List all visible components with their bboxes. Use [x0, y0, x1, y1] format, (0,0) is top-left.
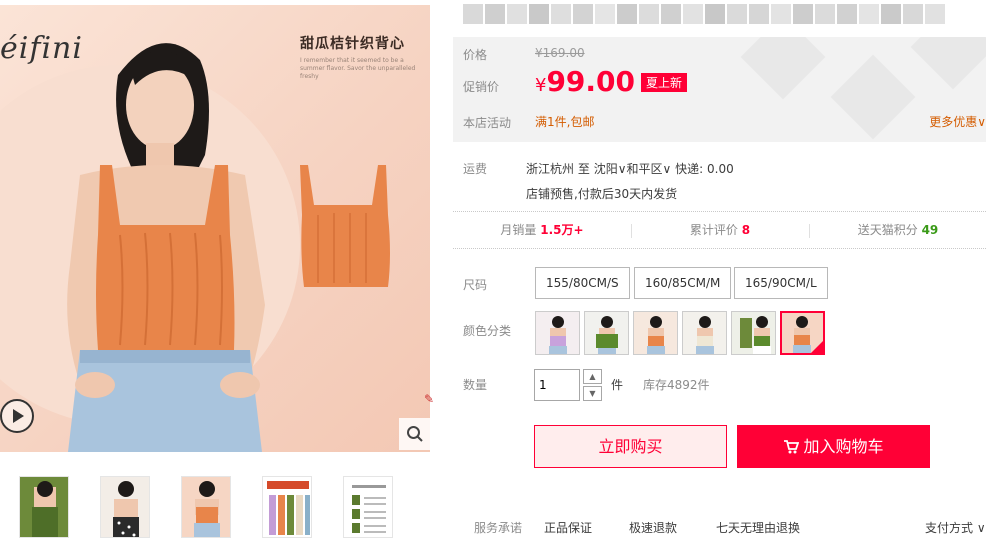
- thumbnail-2[interactable]: [100, 476, 150, 538]
- color-swatch-2[interactable]: [584, 311, 629, 355]
- original-price: ¥169.00: [535, 46, 585, 60]
- shipping-info: 浙江杭州 至 沈阳∨和平区∨ 快递: 0.00: [526, 160, 734, 177]
- promo-price: ¥99.00: [535, 65, 635, 98]
- service-seven-day-return[interactable]: 七天无理由退换: [716, 519, 800, 536]
- brand-logo: éifini: [0, 31, 83, 66]
- color-label: 颜色分类: [463, 324, 512, 338]
- shipping-to: 至: [577, 162, 590, 176]
- review-count[interactable]: 累计评价 8: [631, 221, 809, 238]
- quantity-label: 数量: [463, 378, 488, 392]
- decor-diamond: [830, 54, 916, 140]
- thumbnail-4[interactable]: [262, 476, 312, 538]
- district-value: 和平区: [626, 162, 663, 176]
- add-to-cart-label: 加入购物车: [803, 437, 884, 456]
- city-value: 沈阳: [593, 162, 618, 176]
- chevron-up-icon: ▲: [589, 372, 596, 381]
- chevron-down-icon: ∨: [973, 521, 986, 535]
- promo-price-label: 促销价: [463, 80, 500, 94]
- more-deals-label: 更多优惠: [929, 115, 978, 129]
- shipping-note: 店铺预售,付款后30天内发货: [526, 187, 678, 201]
- original-price-label: 价格: [463, 48, 488, 62]
- more-deals-link[interactable]: 更多优惠∨: [929, 113, 986, 130]
- buy-now-button[interactable]: 立即购买: [534, 425, 727, 468]
- stats-bar: 月销量 1.5万+ 累计评价 8 送天猫积分 49: [453, 221, 986, 241]
- size-option-l[interactable]: 165/90CM/L: [734, 267, 828, 299]
- decor-diamond: [910, 37, 986, 90]
- color-swatch-6-selected[interactable]: [780, 311, 825, 355]
- monthly-sales: 月销量 1.5万+: [453, 221, 631, 238]
- product-gallery: éifini 甜瓜桔针织背心 I remember that it seemed…: [0, 0, 435, 552]
- thumbnail-5[interactable]: [343, 476, 393, 538]
- review-count-value: 8: [741, 223, 751, 237]
- shop-activity-label: 本店活动: [463, 116, 512, 130]
- decor-diamond: [740, 37, 826, 100]
- quantity-increment-button[interactable]: ▲: [583, 369, 602, 384]
- quantity-decrement-button[interactable]: ▼: [583, 386, 602, 401]
- quantity-unit: 件: [611, 378, 624, 392]
- main-product-image[interactable]: éifini 甜瓜桔针织背心 I remember that it seemed…: [0, 5, 430, 452]
- play-video-button[interactable]: [0, 399, 34, 433]
- tmall-points-label: 送天猫积分: [857, 223, 918, 237]
- shop-activity-value: 满1件,包邮: [535, 115, 595, 129]
- promo-title: 甜瓜桔针织背心: [300, 36, 405, 52]
- payment-methods[interactable]: 支付方式 ∨: [925, 519, 986, 536]
- play-icon: [13, 409, 24, 423]
- city-selector[interactable]: 沈阳∨: [594, 162, 627, 176]
- color-swatch-1[interactable]: [535, 311, 580, 355]
- district-selector[interactable]: 和平区∨: [627, 162, 672, 176]
- pen-cursor-icon: ✎: [424, 392, 435, 406]
- service-authentic[interactable]: 正品保证: [544, 519, 592, 536]
- zoom-button[interactable]: [399, 418, 431, 450]
- monthly-sales-value: 1.5万+: [540, 223, 584, 237]
- selected-check-icon: [811, 341, 823, 353]
- tmall-points: 送天猫积分 49: [809, 221, 986, 238]
- chevron-down-icon: ∨: [662, 162, 672, 176]
- size-label: 尺码: [463, 278, 488, 292]
- stock-count: 库存4892件: [643, 378, 710, 392]
- price-panel: 价格 ¥169.00 促销价 ¥99.00 夏上新 本店活动 满1件,包邮 更多…: [453, 37, 986, 142]
- shipping-label: 运费: [463, 162, 488, 176]
- size-option-s[interactable]: 155/80CM/S: [535, 267, 630, 299]
- express-fee: 快递: 0.00: [675, 162, 734, 176]
- payment-label: 支付方式: [925, 521, 974, 535]
- quantity-input[interactable]: [534, 369, 580, 401]
- thumbnail-3[interactable]: [181, 476, 231, 538]
- chevron-down-icon: ▼: [589, 389, 596, 398]
- service-fast-refund[interactable]: 极速退款: [629, 519, 677, 536]
- currency-symbol: ¥: [535, 75, 547, 96]
- product-title-blurred: [463, 4, 983, 26]
- service-label: 服务承诺: [474, 521, 523, 535]
- tmall-points-value: 49: [921, 223, 939, 237]
- color-swatch-4[interactable]: [682, 311, 727, 355]
- divider: [453, 248, 986, 249]
- color-swatch-5[interactable]: [731, 311, 776, 355]
- shipping-origin: 浙江杭州: [526, 162, 575, 176]
- promo-price-value: 99.00: [546, 65, 636, 98]
- magnifier-icon: [407, 426, 423, 442]
- thumbnail-1[interactable]: [19, 476, 69, 538]
- monthly-sales-label: 月销量: [500, 223, 537, 237]
- cart-icon: [784, 439, 800, 453]
- thumbnail-strip: [0, 472, 432, 542]
- review-count-label: 累计评价: [689, 223, 738, 237]
- color-swatch-3[interactable]: [633, 311, 678, 355]
- add-to-cart-button[interactable]: 加入购物车: [737, 425, 930, 468]
- chevron-down-icon: ∨: [977, 115, 986, 129]
- chevron-down-icon: ∨: [617, 162, 627, 176]
- size-option-m[interactable]: 160/85CM/M: [634, 267, 732, 299]
- promo-subtitle: I remember that it seemed to be a summer…: [300, 57, 416, 80]
- promo-tag: 夏上新: [641, 73, 688, 92]
- divider: [453, 211, 986, 212]
